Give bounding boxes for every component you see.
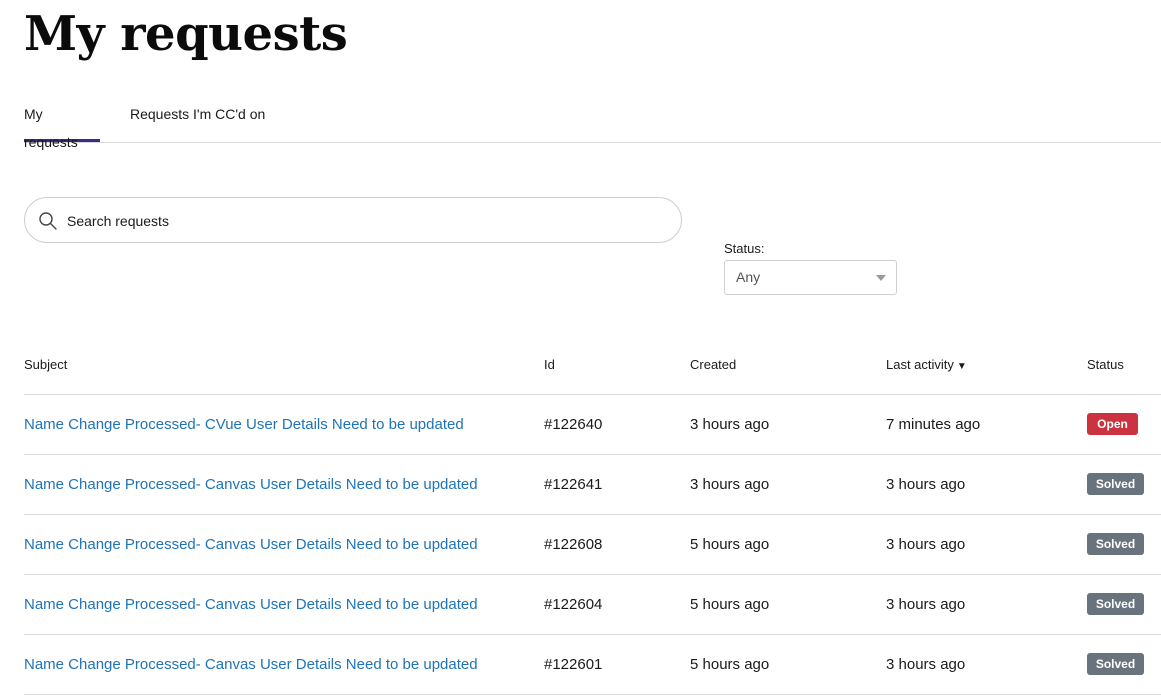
request-subject-link[interactable]: Name Change Processed- Canvas User Detai…	[24, 536, 478, 553]
chevron-down-icon	[876, 275, 886, 281]
request-last-activity: 3 hours ago	[886, 656, 966, 673]
header-subject[interactable]: Subject	[24, 357, 67, 372]
header-last-activity[interactable]: Last activity ▼	[886, 357, 967, 372]
request-subject-link[interactable]: Name Change Processed- CVue User Details…	[24, 416, 464, 433]
request-id: #122608	[544, 536, 603, 553]
table-header: Subject Id Created Last activity ▼ Status	[24, 335, 1161, 395]
request-subject-link[interactable]: Name Change Processed- Canvas User Detai…	[24, 476, 478, 493]
request-last-activity: 7 minutes ago	[886, 416, 981, 433]
header-last-activity-label: Last activity	[886, 357, 954, 372]
status-badge: Solved	[1087, 473, 1144, 495]
request-last-activity: 3 hours ago	[886, 596, 966, 613]
table-row: Name Change Processed- Canvas User Detai…	[24, 455, 1161, 515]
page-title: My requests	[24, 6, 348, 62]
status-select-value: Any	[736, 269, 761, 285]
table-row: Name Change Processed- CVue User Details…	[24, 395, 1161, 455]
tabs-bar: My requests Requests I'm CC'd on	[24, 100, 1161, 150]
status-select[interactable]: Any	[724, 260, 897, 295]
request-created: 3 hours ago	[690, 416, 770, 433]
request-created: 5 hours ago	[690, 656, 770, 673]
request-created: 3 hours ago	[690, 476, 770, 493]
request-last-activity: 3 hours ago	[886, 476, 966, 493]
request-last-activity: 3 hours ago	[886, 536, 966, 553]
table-row: Name Change Processed- Canvas User Detai…	[24, 635, 1161, 695]
sort-desc-icon: ▼	[956, 361, 967, 372]
request-created: 5 hours ago	[690, 536, 770, 553]
status-badge: Solved	[1087, 593, 1144, 615]
request-id: #122641	[544, 476, 603, 493]
header-status[interactable]: Status	[1087, 357, 1124, 372]
status-filter-label: Status:	[724, 241, 765, 256]
tab-my-requests[interactable]: My requests	[24, 100, 100, 150]
request-created: 5 hours ago	[690, 596, 770, 613]
search-box[interactable]	[24, 197, 682, 244]
tab-requests-cc[interactable]: Requests I'm CC'd on	[130, 100, 265, 141]
header-id[interactable]: Id	[544, 357, 555, 372]
request-subject-link[interactable]: Name Change Processed- Canvas User Detai…	[24, 596, 478, 613]
search-input[interactable]	[65, 198, 669, 244]
header-created[interactable]: Created	[690, 357, 736, 372]
request-subject-link[interactable]: Name Change Processed- Canvas User Detai…	[24, 656, 478, 673]
status-badge: Solved	[1087, 533, 1144, 555]
search-icon	[39, 212, 57, 230]
status-badge: Solved	[1087, 653, 1144, 675]
status-badge: Open	[1087, 413, 1138, 435]
table-row: Name Change Processed- Canvas User Detai…	[24, 515, 1161, 575]
request-id: #122601	[544, 656, 603, 673]
request-id: #122640	[544, 416, 603, 433]
table-row: Name Change Processed- Canvas User Detai…	[24, 575, 1161, 635]
request-id: #122604	[544, 596, 603, 613]
